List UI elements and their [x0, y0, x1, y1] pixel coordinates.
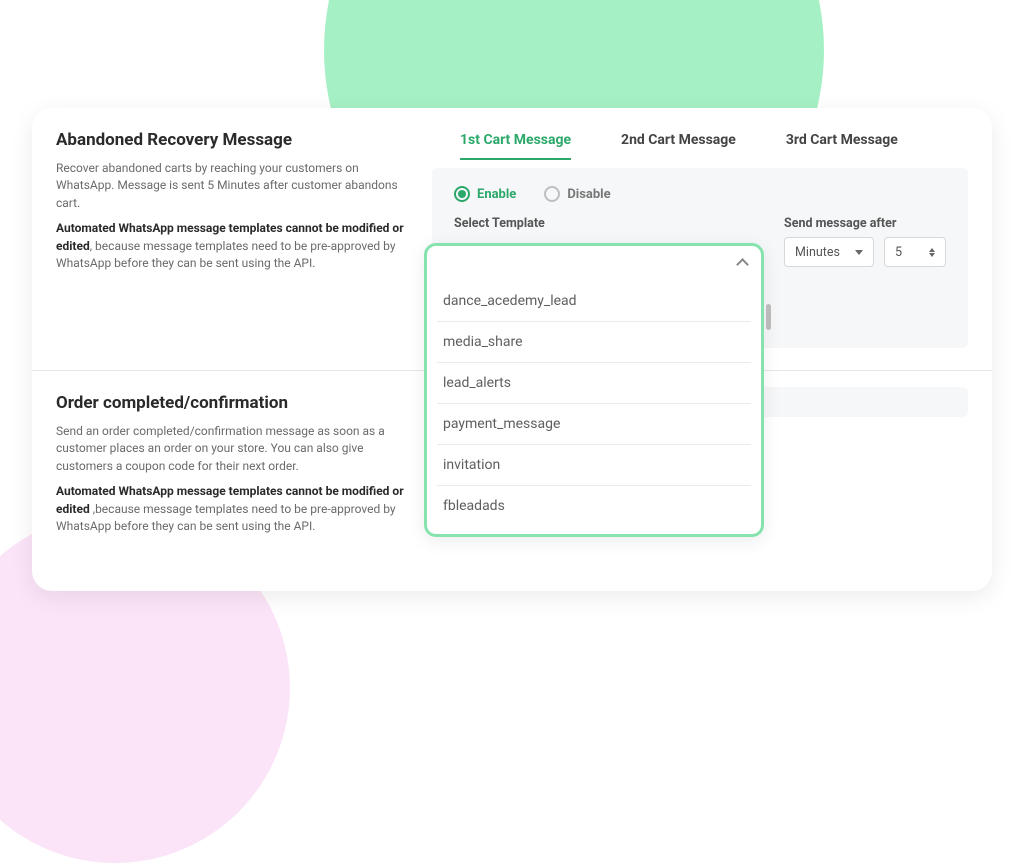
select-template-label: Select Template — [454, 216, 545, 231]
template-option[interactable]: dance_acedemy_lead — [437, 281, 751, 322]
radio-disable[interactable]: Disable — [544, 186, 610, 202]
radio-disable-label: Disable — [567, 187, 610, 202]
section-description: Send an order completed/confirmation mes… — [56, 423, 408, 475]
time-unit-value: Minutes — [795, 245, 840, 260]
tab-2nd-cart-message[interactable]: 2nd Cart Message — [621, 124, 736, 160]
radio-circle-icon — [544, 186, 560, 202]
section-description: Recover abandoned carts by reaching your… — [56, 160, 408, 212]
time-number-value: 5 — [895, 245, 902, 260]
send-after-label: Send message after — [784, 216, 946, 231]
scrollbar-thumb[interactable] — [766, 304, 771, 330]
tab-1st-cart-message[interactable]: 1st Cart Message — [460, 124, 571, 160]
template-option-list: dance_acedemy_lead media_share lead_aler… — [435, 281, 753, 526]
section-note: Automated WhatsApp message templates can… — [56, 483, 408, 535]
time-unit-select[interactable]: Minutes — [784, 237, 874, 267]
radio-enable-label: Enable — [477, 187, 516, 202]
template-option[interactable]: lead_alerts — [437, 363, 751, 404]
caret-down-icon — [855, 250, 863, 255]
section-note: Automated WhatsApp message templates can… — [56, 220, 408, 272]
template-option[interactable]: fbleadads — [437, 486, 751, 526]
section-note-rest: ,because message templates need to be pr… — [56, 502, 396, 533]
radio-enable[interactable]: Enable — [454, 186, 516, 202]
cart-message-tabs: 1st Cart Message 2nd Cart Message 3rd Ca… — [432, 124, 968, 160]
number-stepper-icon — [929, 248, 935, 257]
radio-circle-icon — [454, 186, 470, 202]
template-dropdown: dance_acedemy_lead media_share lead_aler… — [424, 243, 764, 537]
template-option[interactable]: payment_message — [437, 404, 751, 445]
time-number-input[interactable]: 5 — [884, 237, 946, 267]
tab-3rd-cart-message[interactable]: 3rd Cart Message — [786, 124, 898, 160]
template-option[interactable]: invitation — [437, 445, 751, 486]
section-title: Abandoned Recovery Message — [56, 130, 408, 150]
template-option[interactable]: media_share — [437, 322, 751, 363]
section-title: Order completed/confirmation — [56, 393, 408, 413]
section-note-rest: , because message templates need to be p… — [56, 239, 396, 270]
chevron-up-icon[interactable] — [736, 258, 749, 271]
